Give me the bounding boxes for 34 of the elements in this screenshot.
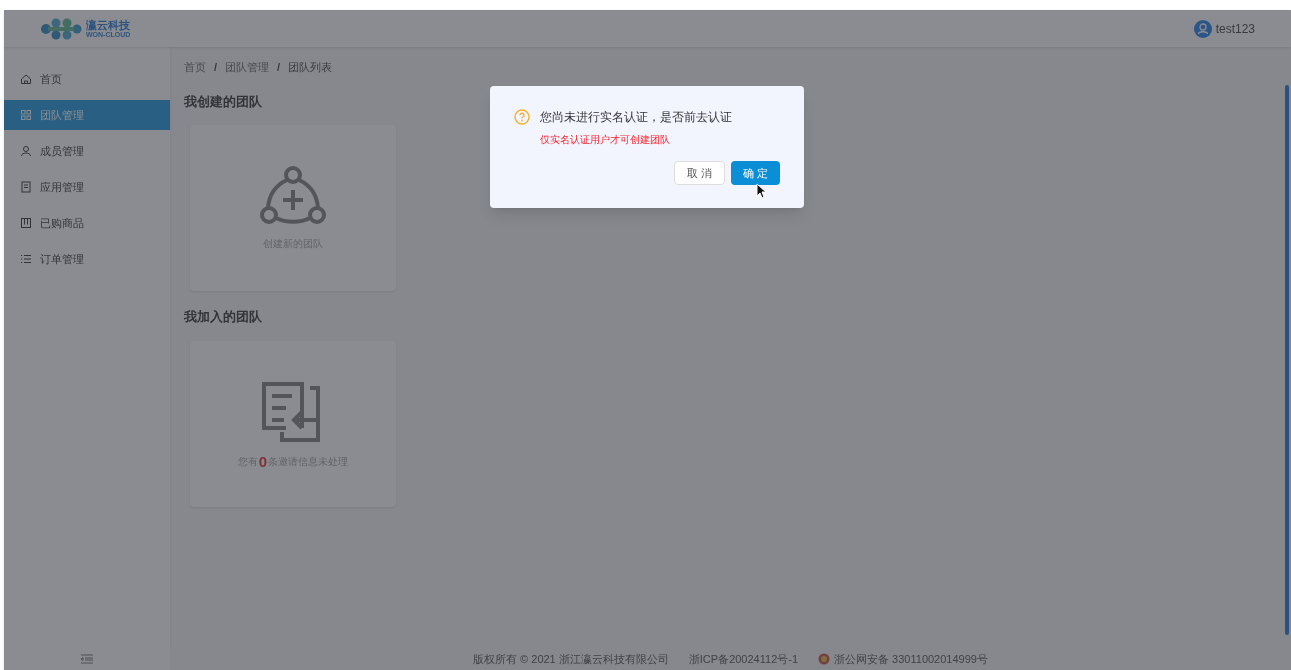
dialog-message: 仅实名认证用户才可创建团队 xyxy=(540,133,671,147)
cancel-button[interactable]: 取 消 xyxy=(673,161,725,185)
question-icon xyxy=(514,109,530,125)
section-title: 我创建的团队 xyxy=(184,92,263,111)
document-icon xyxy=(20,181,32,193)
sidebar-item[interactable]: 已购商品 xyxy=(4,208,170,238)
box-icon xyxy=(20,217,32,229)
sidebar-item[interactable]: 订单管理 xyxy=(4,244,170,274)
police-badge-icon xyxy=(818,653,831,665)
breadcrumb-link[interactable]: 团队列表 xyxy=(288,59,333,76)
list-icon xyxy=(20,253,32,265)
sidebar-item[interactable]: 应用管理 xyxy=(4,172,170,202)
user-icon xyxy=(20,145,32,157)
grid-icon xyxy=(20,109,32,121)
breadcrumb-separator: / xyxy=(276,60,282,75)
confirm-button[interactable]: 确 定 xyxy=(730,161,780,185)
dialog-title: 您尚未进行实名认证，是否前去认证 xyxy=(540,109,732,126)
copyright-text: 版权所有 © 2021 浙江瀛云科技有限公司 xyxy=(473,651,669,667)
mouse-cursor-icon xyxy=(756,183,766,199)
sidebar-item[interactable]: 团队管理 xyxy=(4,100,170,130)
scrollbar[interactable] xyxy=(1285,85,1289,635)
breadcrumb-separator: / xyxy=(213,60,219,75)
username[interactable]: test123 xyxy=(1215,19,1255,38)
logo-title: 瀛云科技 xyxy=(86,19,131,31)
avatar-icon[interactable] xyxy=(1193,19,1212,38)
team-add-icon xyxy=(260,165,326,226)
home-icon xyxy=(20,73,32,85)
sidebar-item[interactable]: 首页 xyxy=(4,64,170,94)
breadcrumb-link[interactable]: 首页 xyxy=(184,59,206,76)
logo-icon xyxy=(40,17,82,40)
sidebar-item[interactable]: 成员管理 xyxy=(4,136,170,166)
collapse-icon[interactable] xyxy=(81,654,93,664)
invite-count: 0 xyxy=(258,454,268,469)
section-title: 我加入的团队 xyxy=(184,308,263,326)
